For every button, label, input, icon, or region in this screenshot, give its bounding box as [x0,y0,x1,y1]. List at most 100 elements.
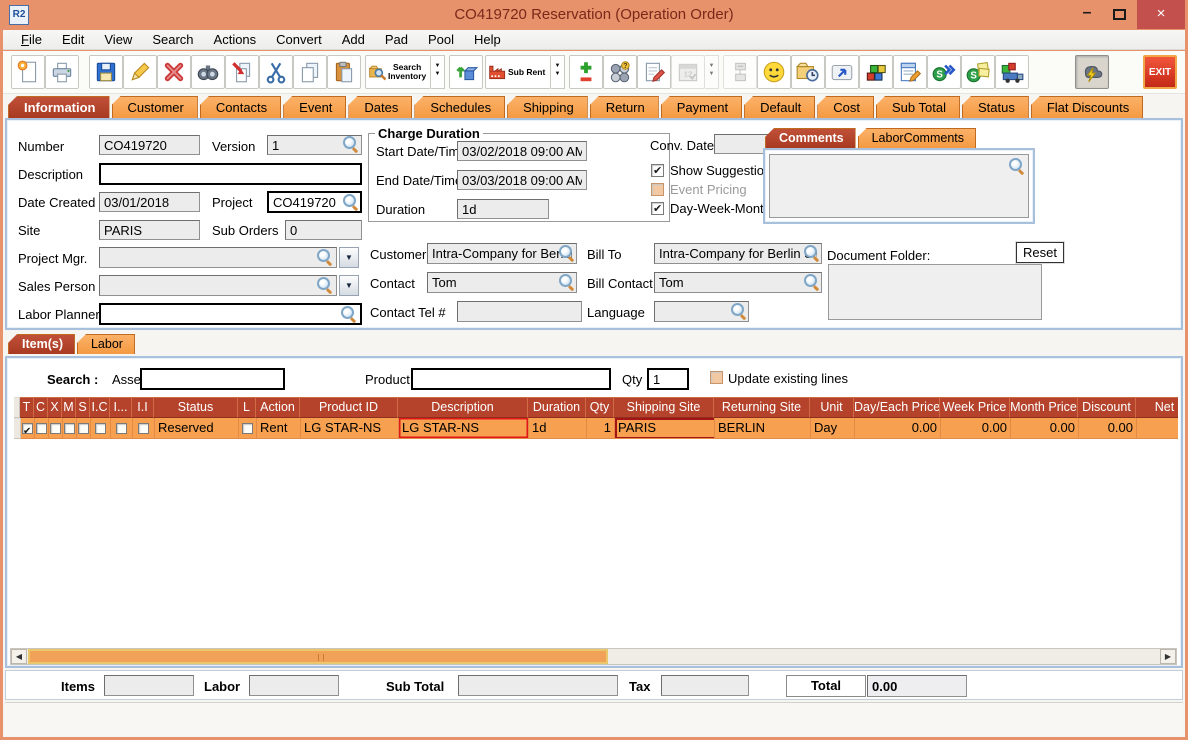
show-suggestions-checkbox[interactable] [651,164,664,177]
cell-action[interactable]: Rent [257,418,301,439]
cell-x[interactable] [49,418,63,439]
cell-qty[interactable]: 1 [587,418,615,439]
col-x[interactable]: X [48,397,62,418]
x-checkbox[interactable] [50,422,61,434]
col-idots[interactable]: I... [110,397,132,418]
save-button[interactable] [89,55,123,89]
ic-checkbox[interactable] [95,422,106,434]
col-product-id[interactable]: Product ID [300,397,398,418]
sales-person-field[interactable] [99,275,337,296]
cell-s[interactable] [77,418,91,439]
tab-default[interactable]: Default [744,96,816,118]
copy-button[interactable] [293,55,327,89]
col-week-price[interactable]: Week Price [940,397,1010,418]
col-month-price[interactable]: Month Price [1010,397,1078,418]
s-checkbox[interactable] [78,422,89,434]
edit-document-button[interactable] [893,55,927,89]
language-search-icon[interactable] [731,303,747,319]
description-field[interactable] [99,163,362,185]
cell-returning-site[interactable]: BERLIN [715,418,811,439]
menu-item-pad[interactable]: Pad [375,32,418,47]
day-week-month-pricing-checkbox[interactable] [651,202,664,215]
delete-button[interactable] [157,55,191,89]
find-button[interactable] [191,55,225,89]
inventory-cubes-button[interactable] [859,55,893,89]
maximize-button[interactable] [1104,0,1134,29]
menu-item-pool[interactable]: Pool [418,32,464,47]
col-duration[interactable]: Duration [528,397,586,418]
menu-item-help[interactable]: Help [464,32,511,47]
customer-search-icon[interactable] [559,245,575,261]
tab-event[interactable]: Event [283,96,347,118]
history-folder-button[interactable] [791,55,825,89]
cell-day-each-price[interactable]: 0.00 [855,418,941,439]
cell-description[interactable]: LG STAR-NS [399,418,529,439]
search-inventory-button[interactable]: Search Inventory [365,55,431,89]
col-t[interactable]: T [20,397,34,418]
sales-person-dropdown[interactable]: ▼ [339,275,359,296]
document-folder-box[interactable] [828,264,1042,320]
comments-search-icon[interactable] [1009,158,1025,174]
ii-checkbox[interactable] [138,422,149,434]
project-mgr-dropdown[interactable]: ▼ [339,247,359,268]
menu-item-file[interactable]: File [11,32,52,47]
col-unit[interactable]: Unit [810,397,854,418]
project-mgr-field[interactable] [99,247,337,268]
cell-discount[interactable]: 0.00 [1079,418,1137,439]
scroll-left-arrow[interactable]: ◀ [11,649,27,664]
m-checkbox[interactable] [64,422,75,434]
quick-quote-button[interactable]: S [961,55,995,89]
cut-button[interactable] [259,55,293,89]
tab-contacts[interactable]: Contacts [199,96,282,118]
paste-button[interactable] [327,55,361,89]
labor-planner-search-icon[interactable] [341,306,357,322]
tab-schedules[interactable]: Schedules [414,96,506,118]
menu-item-edit[interactable]: Edit [52,32,94,47]
col-c[interactable]: C [34,397,48,418]
exit-button[interactable]: EXIT [1143,55,1177,89]
c-checkbox[interactable] [36,422,47,434]
col-m[interactable]: M [62,397,76,418]
item-row[interactable]: Reserved Rent LG STAR-NS LG STAR-NS 1d 1… [14,418,1178,439]
l-checkbox[interactable] [242,422,253,434]
sales-person-search-icon[interactable] [317,277,333,293]
menu-item-convert[interactable]: Convert [266,32,332,47]
t-checkbox[interactable] [22,422,33,438]
smiley-button[interactable] [757,55,791,89]
labor-planner-field[interactable] [99,303,362,325]
bill-to-search-icon[interactable] [804,245,820,261]
cell-month-price[interactable]: 0.00 [1011,418,1079,439]
update-existing-lines-checkbox[interactable] [710,371,723,384]
new-button[interactable] [11,55,45,89]
transfer-truck-button[interactable] [995,55,1029,89]
tab-shipping[interactable]: Shipping [507,96,588,118]
tab-sub-total[interactable]: Sub Total [876,96,960,118]
tab-comments[interactable]: Comments [765,128,856,148]
bill-to-field[interactable] [654,243,822,264]
scrollbar-thumb[interactable] [28,649,608,664]
menu-item-actions[interactable]: Actions [204,32,267,47]
col-ic[interactable]: I.C [90,397,110,418]
cell-status[interactable]: Reserved [155,418,239,439]
cell-ii[interactable] [133,418,155,439]
edit-button[interactable] [123,55,157,89]
contact-search-icon[interactable] [559,274,575,290]
col-ii[interactable]: I.I [132,397,154,418]
qty-input[interactable] [647,368,689,390]
version-search-icon[interactable] [343,136,359,152]
col-l[interactable]: L [238,397,256,418]
project-mgr-search-icon[interactable] [317,249,333,265]
cell-c[interactable] [35,418,49,439]
bill-contact-search-icon[interactable] [804,274,820,290]
cell-shipping-site[interactable]: PARIS [615,418,715,439]
tab-items[interactable]: Item(s) [8,334,75,354]
add-remove-button[interactable] [569,55,603,89]
customer-field[interactable] [427,243,577,264]
cell-unit[interactable]: Day [811,418,855,439]
cell-product-id[interactable]: LG STAR-NS [301,418,399,439]
quick-action-button[interactable] [1075,55,1109,89]
tab-flat-discounts[interactable]: Flat Discounts [1030,96,1144,118]
contact-tel-field[interactable] [457,301,582,322]
cell-duration[interactable]: 1d [529,418,587,439]
cell-idots[interactable] [111,418,133,439]
